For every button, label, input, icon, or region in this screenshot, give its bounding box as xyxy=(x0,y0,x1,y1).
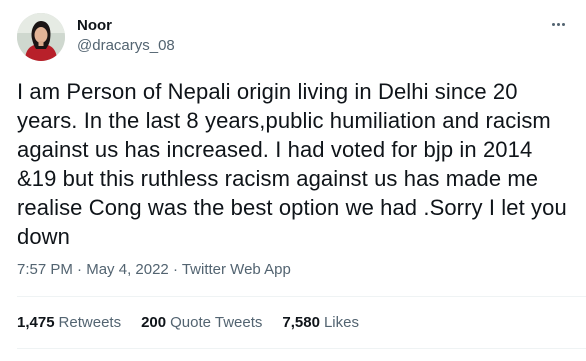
more-options-button[interactable] xyxy=(544,10,572,38)
tweet-time[interactable]: 7:57 PM xyxy=(17,261,73,278)
more-dots-icon xyxy=(551,22,555,26)
tweet-card: Noor @dracarys_08 I am Person of Nepali … xyxy=(0,0,586,361)
tweet-source[interactable]: Twitter Web App xyxy=(182,261,291,278)
likes-count: 7,580 xyxy=(282,314,320,331)
divider xyxy=(17,296,586,297)
meta-separator: · xyxy=(168,261,182,278)
author-handle[interactable]: @dracarys_08 xyxy=(77,36,175,56)
meta-separator: · xyxy=(72,261,87,278)
avatar[interactable] xyxy=(17,13,65,61)
retweets-count: 1,475 xyxy=(17,314,55,331)
author-names: Noor @dracarys_08 xyxy=(77,16,175,56)
more-dot xyxy=(561,22,565,26)
tweet-stats: 1,475 Retweets 200 Quote Tweets 7,580 Likes xyxy=(17,313,379,333)
tweet-date[interactable]: May 4, 2022 xyxy=(86,261,169,278)
tweet-text: I am Person of Nepali origin living in D… xyxy=(17,79,567,249)
tweet-metadata: 7:57 PM · May 4, 2022 · Twitter Web App xyxy=(17,260,291,280)
divider xyxy=(17,348,586,349)
quote-tweets-count: 200 xyxy=(141,314,167,331)
avatar-photo-icon xyxy=(17,13,65,61)
more-dot xyxy=(556,22,560,26)
quote-tweets-label: Quote Tweets xyxy=(170,314,263,331)
author-display-name[interactable]: Noor xyxy=(77,16,175,36)
quote-tweets-stat[interactable]: 200 Quote Tweets xyxy=(141,313,262,333)
retweets-stat[interactable]: 1,475 Retweets xyxy=(17,313,121,333)
tweet-header: Noor @dracarys_08 xyxy=(17,13,175,61)
retweets-label: Retweets xyxy=(58,314,122,331)
likes-stat[interactable]: 7,580 Likes xyxy=(282,313,359,333)
likes-label: Likes xyxy=(323,314,359,331)
